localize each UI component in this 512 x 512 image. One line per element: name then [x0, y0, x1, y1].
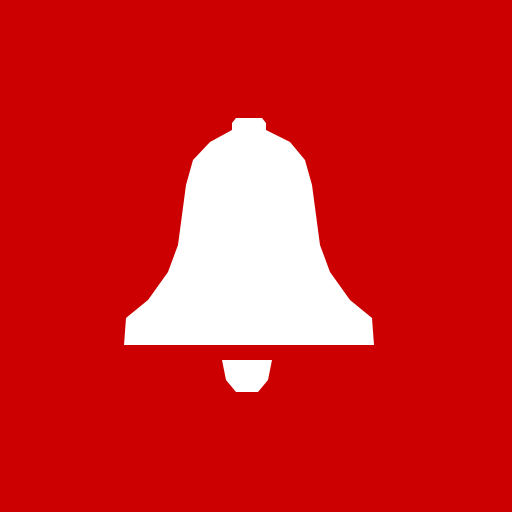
notification-bell-tile[interactable] [0, 0, 512, 512]
bell-clapper [222, 360, 272, 392]
bell-body [124, 130, 374, 345]
bell-icon[interactable] [0, 0, 512, 512]
